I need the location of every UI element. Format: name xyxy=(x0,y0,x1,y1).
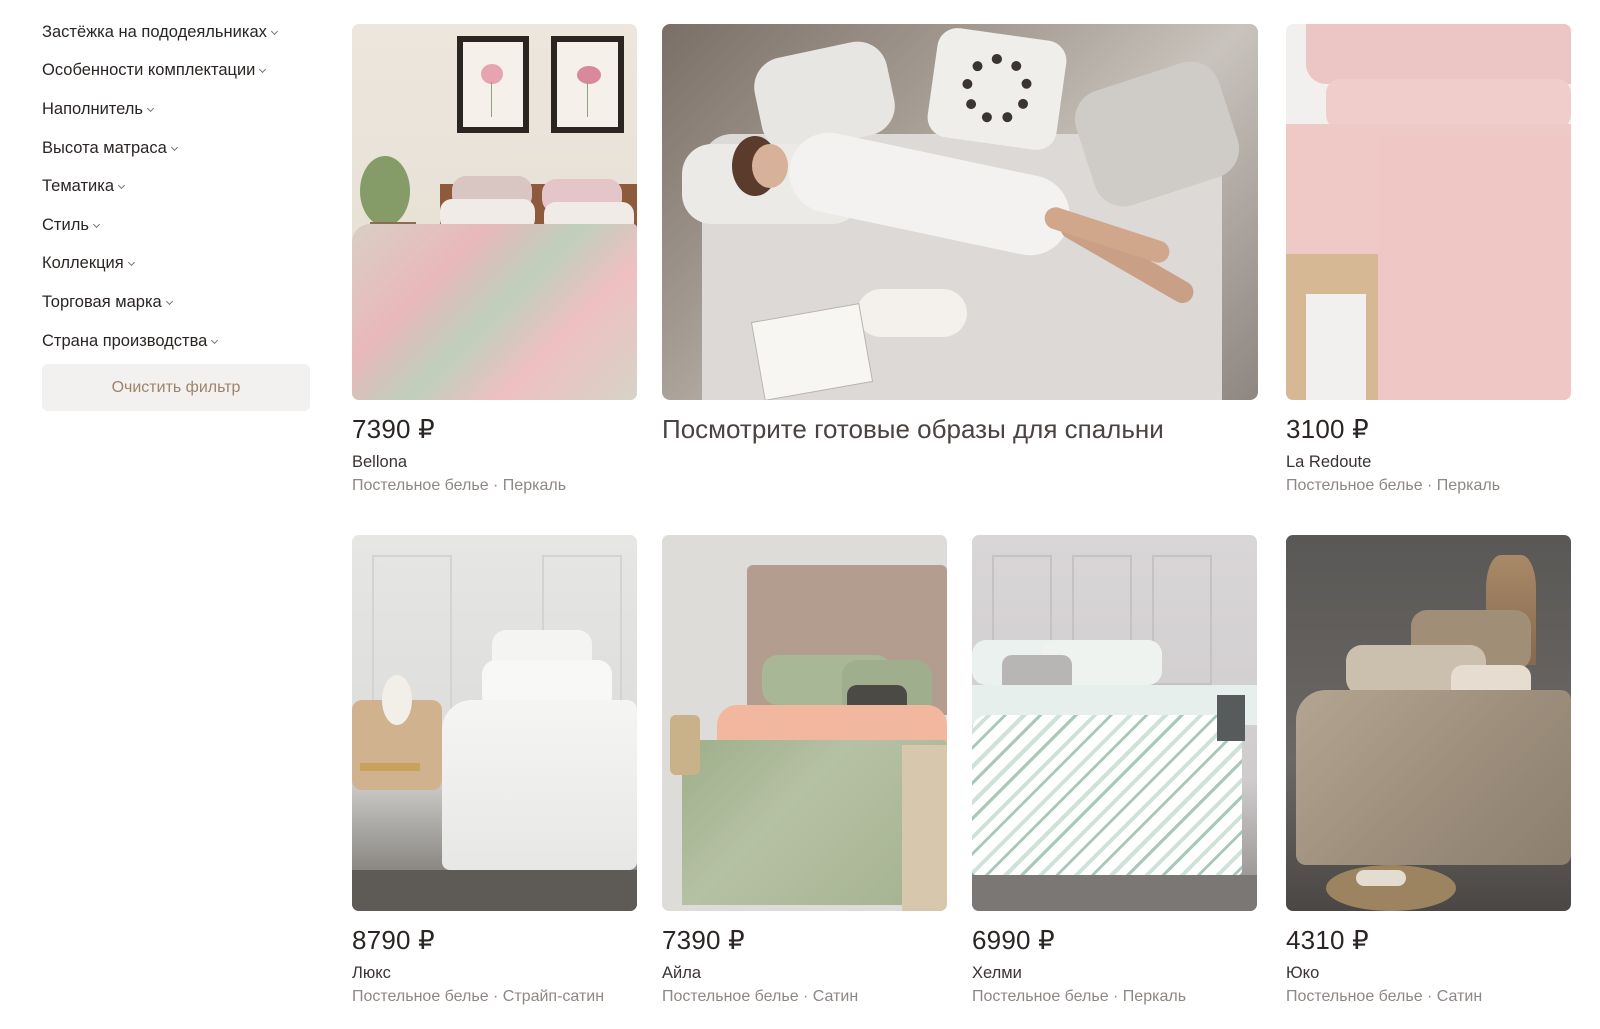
promo-text[interactable]: Посмотрите готовые образы для спальни xyxy=(662,414,1258,445)
chevron-down-icon xyxy=(165,297,173,305)
filter-label: Тематика xyxy=(42,177,115,196)
product-description: Постельное белье · Страйп-сатин xyxy=(352,988,605,1005)
filter-theme[interactable]: Тематика xyxy=(42,167,310,206)
chevron-down-icon xyxy=(146,104,155,113)
product-card[interactable]: 3100 ₽ La Redoute Постельное белье · Пер… xyxy=(1286,24,1571,495)
product-price: 7390 ₽ xyxy=(662,925,745,955)
clear-filter-button[interactable]: Очистить фильтр xyxy=(42,364,310,412)
product-description: Постельное белье · Сатин xyxy=(662,988,859,1005)
product-name[interactable]: La Redoute xyxy=(1286,453,1571,472)
filter-collection[interactable]: Коллекция xyxy=(42,245,310,284)
filter-label: Страна производства xyxy=(42,331,208,350)
product-description: Постельное белье · Перкаль xyxy=(1286,477,1501,494)
product-name[interactable]: Айла xyxy=(662,964,947,983)
filter-style[interactable]: Стиль xyxy=(42,206,310,245)
chevron-down-icon xyxy=(259,66,267,74)
product-image[interactable] xyxy=(1286,535,1571,911)
product-card[interactable]: 7390 ₽ Айла Постельное белье · Сатин xyxy=(662,535,947,1006)
product-description: Постельное белье · Перкаль xyxy=(352,477,567,494)
product-image[interactable] xyxy=(662,535,947,911)
filter-filler[interactable]: Наполнитель xyxy=(42,90,310,129)
product-price: 7390 ₽ xyxy=(352,414,435,444)
filter-label: Стиль xyxy=(42,215,89,234)
product-card[interactable]: 8790 ₽ Люкс Постельное белье · Страйп-са… xyxy=(352,535,637,1006)
promo-image[interactable] xyxy=(662,24,1258,400)
filter-mattress-height[interactable]: Высота матраса xyxy=(42,129,310,168)
product-card[interactable]: 7390 ₽ Bellona Постельное белье · Перкал… xyxy=(352,24,637,495)
product-card[interactable]: 6990 ₽ Хелми Постельное белье · Перкаль xyxy=(972,535,1257,1006)
product-price: 6990 ₽ xyxy=(972,925,1055,955)
filter-label: Наполнитель xyxy=(42,99,144,118)
filter-brand[interactable]: Торговая марка xyxy=(42,283,310,322)
product-name[interactable]: Юко xyxy=(1286,964,1571,983)
chevron-down-icon xyxy=(92,220,100,228)
filter-label: Коллекция xyxy=(42,254,124,273)
product-card[interactable]: 4310 ₽ Юко Постельное белье · Сатин xyxy=(1286,535,1571,1006)
filter-country[interactable]: Страна производства xyxy=(42,322,310,361)
chevron-down-icon xyxy=(127,259,135,267)
product-image[interactable] xyxy=(352,535,637,911)
catalog-page: Застёжка на пододеяльниках Особенности к… xyxy=(0,0,1600,1029)
filter-label: Особенности комплектации xyxy=(42,61,256,80)
product-price: 4310 ₽ xyxy=(1286,925,1369,955)
product-price: 8790 ₽ xyxy=(352,925,435,955)
filter-label: Высота матраса xyxy=(42,138,167,157)
product-image[interactable] xyxy=(972,535,1257,911)
product-price: 3100 ₽ xyxy=(1286,414,1369,444)
product-image[interactable] xyxy=(1286,24,1571,400)
product-name[interactable]: Bellona xyxy=(352,453,637,472)
filter-label: Торговая марка xyxy=(42,292,162,311)
product-name[interactable]: Люкс xyxy=(352,964,637,983)
chevron-down-icon xyxy=(170,143,178,151)
product-image[interactable] xyxy=(352,24,637,400)
promo-banner[interactable]: Посмотрите готовые образы для спальни xyxy=(662,24,1258,445)
filter-set-features[interactable]: Особенности комплектации xyxy=(42,52,310,91)
filter-sidebar: Застёжка на пододеяльниках Особенности к… xyxy=(42,13,310,412)
product-description: Постельное белье · Сатин xyxy=(1286,988,1483,1005)
product-description: Постельное белье · Перкаль xyxy=(972,988,1187,1005)
chevron-down-icon xyxy=(270,27,278,35)
filter-label: Застёжка на пододеяльниках xyxy=(42,22,267,41)
chevron-down-icon xyxy=(211,336,219,344)
product-name[interactable]: Хелми xyxy=(972,964,1257,983)
filter-fastener[interactable]: Застёжка на пододеяльниках xyxy=(42,13,310,52)
chevron-down-icon xyxy=(117,182,126,190)
